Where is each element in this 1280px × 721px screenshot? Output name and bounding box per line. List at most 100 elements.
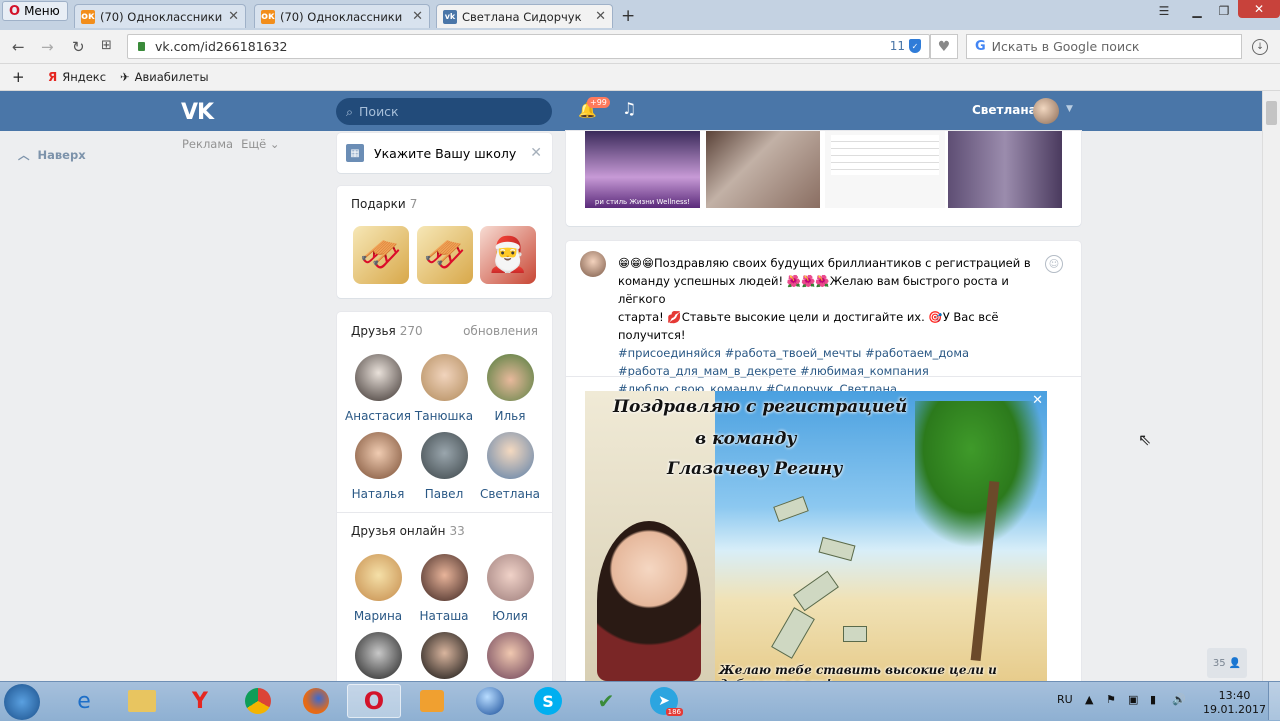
page-scrollbar[interactable] — [1262, 91, 1280, 681]
minimize-button[interactable]: ▁ — [1183, 2, 1211, 20]
download-icon[interactable]: ↓ — [1252, 39, 1268, 55]
chevron-down-icon[interactable]: ▼ — [1066, 104, 1073, 114]
online-friend-item[interactable]: Марина — [343, 554, 413, 623]
yandex-browser-icon[interactable]: Y — [173, 684, 227, 718]
bookmark-yandex[interactable]: Я Яндекс — [48, 70, 106, 84]
post-photo[interactable] — [948, 131, 1062, 208]
windows-start-button[interactable] — [4, 684, 40, 720]
online-friend-item[interactable] — [343, 632, 413, 679]
vk-search-placeholder: Поиск — [359, 104, 399, 119]
gift-santa-sleigh[interactable]: 🛷 — [417, 226, 473, 284]
chat-counter[interactable]: 35 👤 — [1207, 648, 1247, 678]
gift-santa-sleigh[interactable]: 🛷 — [353, 226, 409, 284]
online-friend-item[interactable] — [475, 632, 545, 679]
friend-item[interactable]: Светлана — [475, 432, 545, 501]
post-text-line: старта! 💋Ставьте высокие цели и достигай… — [618, 310, 999, 342]
gifts-header[interactable]: Подарки 7 — [351, 197, 417, 211]
show-desktop-button[interactable] — [1268, 682, 1280, 720]
bookmark-aviabilety[interactable]: ✈ Авиабилеты — [120, 70, 209, 84]
user-name[interactable]: Светлана — [972, 103, 1037, 117]
opera-menu-button[interactable]: O Меню — [2, 1, 68, 21]
post-image[interactable]: Поздравляю с регистрацией в команду Глаз… — [585, 391, 1047, 681]
close-icon[interactable]: ✕ — [530, 145, 542, 161]
vk-search-input[interactable]: ⌕ Поиск — [336, 98, 552, 125]
media-player-icon[interactable] — [405, 684, 459, 718]
checklist-app-icon[interactable]: ✔ — [579, 684, 633, 718]
close-tab-icon[interactable]: ✕ — [595, 9, 606, 24]
friend-item[interactable]: Анастасия — [343, 354, 413, 423]
clock[interactable]: 13:40 19.01.2017 — [1203, 689, 1266, 717]
tab-vk-profile[interactable]: vk Светлана Сидорчук ✕ — [436, 4, 613, 28]
add-bookmark-button[interactable]: + — [12, 68, 25, 86]
tab-odnoklassniki-2[interactable]: ок (70) Одноклассники ✕ — [254, 4, 430, 28]
volume-icon[interactable]: 🔊 — [1172, 693, 1186, 706]
friend-name: Павел — [424, 487, 464, 501]
friends-updates-link[interactable]: обновления — [463, 324, 538, 338]
tab-menu-icon[interactable]: ☰ — [1150, 2, 1178, 20]
close-tab-icon[interactable]: ✕ — [228, 9, 239, 24]
new-tab-button[interactable]: + — [621, 6, 635, 26]
file-explorer-icon[interactable] — [115, 684, 169, 718]
globe-logo-icon — [476, 687, 504, 715]
friend-item[interactable]: Павел — [409, 432, 479, 501]
show-hidden-icons[interactable]: ▲ — [1085, 693, 1093, 706]
close-tab-icon[interactable]: ✕ — [412, 9, 423, 24]
close-window-button[interactable]: ✕ — [1238, 0, 1280, 18]
globe-icon[interactable] — [463, 684, 517, 718]
speed-dial-icon[interactable]: ⊞ — [101, 38, 112, 53]
ads-link[interactable]: Реклама — [182, 137, 233, 151]
friend-item[interactable]: Наталья — [343, 432, 413, 501]
online-friend-item[interactable] — [409, 632, 479, 679]
url-field[interactable]: vk.com/id266181632 11 ✓ — [127, 34, 930, 59]
tab-odnoklassniki-1[interactable]: ок (70) Одноклассники ✕ — [74, 4, 246, 28]
friends-block: Друзья 270 обновления Анастасия Танюшка И… — [337, 312, 552, 712]
internet-explorer-icon[interactable]: e — [57, 684, 111, 718]
friends-header[interactable]: Друзья 270 — [351, 324, 423, 338]
music-icon[interactable]: ♫ — [622, 99, 636, 118]
forward-button[interactable]: → — [41, 38, 54, 56]
post-author-avatar[interactable] — [580, 251, 606, 277]
user-avatar[interactable] — [1033, 98, 1059, 124]
school-prompt[interactable]: ▦ Укажите Вашу школу ✕ — [337, 133, 552, 173]
post-photo[interactable] — [825, 131, 945, 208]
close-icon[interactable]: ✕ — [1032, 393, 1043, 408]
vk-logo[interactable]: VK — [181, 100, 214, 125]
friend-name: Танюшка — [414, 409, 474, 423]
friends-online-header[interactable]: Друзья онлайн 33 — [351, 524, 465, 538]
skype-icon[interactable]: S — [521, 684, 575, 718]
google-search-field[interactable]: G Искать в Google поиск — [966, 34, 1242, 59]
firefox-icon[interactable] — [289, 684, 343, 718]
chat-count: 35 — [1212, 657, 1226, 669]
photo-caption: ри стиль Жизни Wellness! — [594, 198, 691, 206]
scrollbar-thumb[interactable] — [1266, 101, 1277, 125]
opera-taskbar-icon[interactable]: O — [347, 684, 401, 718]
post-photo[interactable] — [706, 131, 820, 208]
post-hashtags[interactable]: #работа_для_мам_в_декрете #любимая_компа… — [618, 362, 1048, 380]
network-icon[interactable]: ⚑ — [1106, 693, 1116, 706]
more-link[interactable]: Ещё ⌄ — [241, 137, 279, 151]
money-bill — [793, 570, 839, 612]
post-text-line: 😁😁😁Поздравляю своих будущих бриллиантико… — [618, 256, 1031, 270]
back-to-top-button[interactable]: ︿ Наверх — [18, 147, 86, 163]
post-hashtags[interactable]: #присоединяйся #работа_твоей_мечты #рабо… — [618, 344, 1048, 362]
browser-tab-bar: O Меню ок (70) Одноклассники ✕ ок (70) О… — [0, 0, 1280, 30]
gift-santa[interactable]: 🎅 — [480, 226, 536, 284]
telegram-icon[interactable]: ➤ 186 — [637, 684, 691, 718]
clipboard-icon[interactable]: ▣ — [1128, 693, 1138, 706]
folder-icon — [128, 690, 156, 712]
post-photo[interactable]: ри стиль Жизни Wellness! — [585, 131, 700, 208]
bookmark-heart-button[interactable]: ♥ — [930, 34, 958, 59]
friend-item[interactable]: Илья — [475, 354, 545, 423]
signal-icon[interactable]: ▮ — [1150, 693, 1156, 706]
maximize-button[interactable]: ❐ — [1210, 2, 1238, 20]
school-icon: ▦ — [346, 144, 364, 162]
reload-button[interactable]: ↻ — [72, 38, 85, 56]
chrome-icon[interactable] — [231, 684, 285, 718]
online-friend-item[interactable]: Наташа — [409, 554, 479, 623]
back-button[interactable]: ← — [12, 38, 25, 56]
online-friend-item[interactable]: Юлия — [475, 554, 545, 623]
friend-item[interactable]: Танюшка — [409, 354, 479, 423]
adblock-counter[interactable]: 11 ✓ — [890, 39, 921, 53]
language-indicator[interactable]: RU — [1057, 693, 1073, 706]
clock-time: 13:40 — [1218, 689, 1251, 702]
